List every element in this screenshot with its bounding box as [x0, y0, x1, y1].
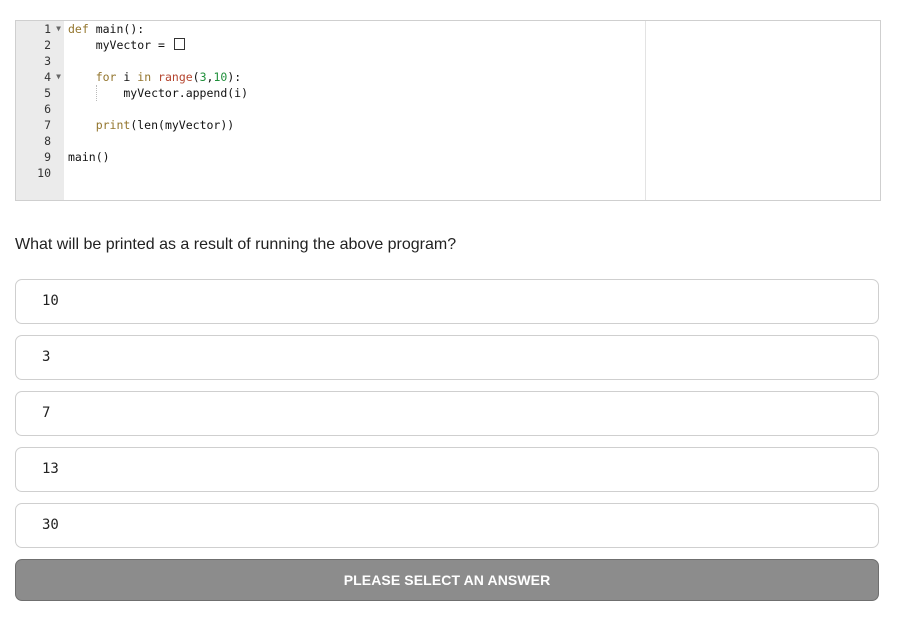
answer-option-3[interactable]: 7	[15, 391, 879, 436]
empty-list-brackets-icon	[173, 38, 185, 50]
answer-option-4[interactable]: 13	[15, 447, 879, 492]
line-number: 6	[44, 102, 51, 116]
answer-option-label: 7	[42, 405, 51, 421]
code-line-1: def main():	[68, 22, 145, 36]
line-number-gutter: 1 ▼ 2 3 4 ▼ 5 6 7 8 9 10	[16, 21, 64, 200]
answer-option-2[interactable]: 3	[15, 335, 879, 380]
line-number: 2	[44, 38, 51, 52]
line-number: 7	[44, 118, 51, 132]
question-prompt: What will be printed as a result of runn…	[15, 236, 457, 253]
code-line-9: main()	[68, 150, 110, 164]
answer-option-label: 13	[42, 461, 59, 477]
fold-arrow-icon[interactable]: ▼	[56, 69, 61, 85]
code-editor[interactable]: 1 ▼ 2 3 4 ▼ 5 6 7 8 9 10 def main(): myVec…	[15, 20, 881, 201]
line-number: 8	[44, 134, 51, 148]
line-number: 4	[44, 70, 51, 84]
line-number: 5	[44, 86, 51, 100]
line-number: 1	[44, 22, 51, 36]
answer-option-1[interactable]: 10	[15, 279, 879, 324]
code-line-4: for i in range(3,10):	[95, 70, 242, 84]
answer-option-5[interactable]: 30	[15, 503, 879, 548]
line-number: 10	[37, 166, 51, 180]
answer-option-label: 3	[42, 349, 51, 365]
answer-option-label: 30	[42, 517, 59, 533]
code-line-2: myVector =	[68, 37, 185, 53]
line-number: 3	[44, 54, 51, 68]
code-line-5: myVector.append(i)	[68, 86, 249, 100]
print-margin-line	[645, 21, 646, 200]
code-line-7: print(len(myVector))	[95, 118, 235, 132]
line-number: 9	[44, 150, 51, 164]
submit-answer-button[interactable]: PLEASE SELECT AN ANSWER	[15, 559, 879, 601]
answer-option-label: 10	[42, 293, 59, 309]
fold-arrow-icon[interactable]: ▼	[56, 21, 61, 37]
